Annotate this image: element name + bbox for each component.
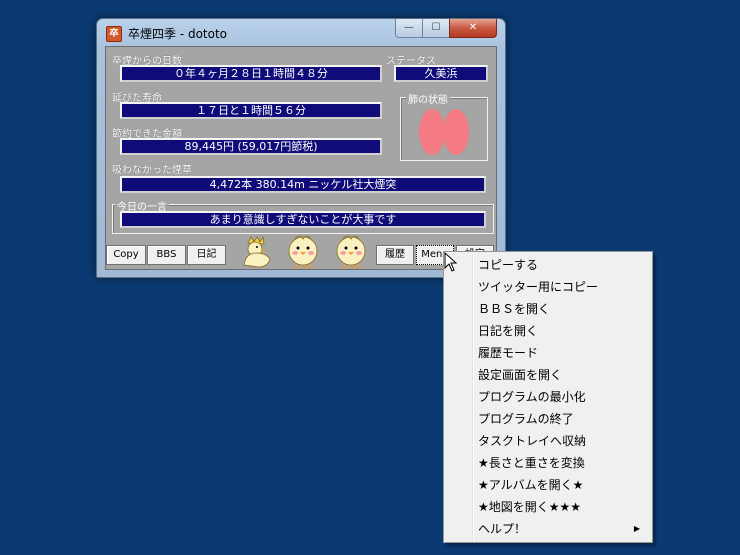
days-value: ０年４ヶ月２８日１時間４８分	[120, 65, 382, 82]
menu-item-open-bbs[interactable]: ＢＢＳを開く	[446, 298, 650, 320]
chick-mascot-icon	[288, 235, 318, 270]
menu-item-minimize[interactable]: プログラムの最小化	[446, 386, 650, 408]
menu-item-convert[interactable]: ★長さと重さを変換	[446, 452, 650, 474]
duck-mascot-icon	[243, 235, 271, 268]
cigs-value: 4,472本 380.14m ニッケル社大煙突	[120, 176, 486, 193]
close-button[interactable]: ✕	[449, 19, 497, 38]
title-bar[interactable]: 卒 卒煙四季 - dototo — ☐ ✕	[97, 19, 505, 45]
history-button[interactable]: 履歴	[376, 245, 414, 265]
menu-item-open-diary[interactable]: 日記を開く	[446, 320, 650, 342]
copy-button[interactable]: Copy	[106, 245, 146, 265]
menu-item-map[interactable]: ★地図を開く★★★	[446, 496, 650, 518]
main-window: 卒 卒煙四季 - dototo — ☐ ✕ 卒煙からの日数 ０年４ヶ月２８日１時…	[96, 18, 506, 278]
life-value: １７日と１時間５６分	[120, 102, 382, 119]
menu-item-tray[interactable]: タスクトレイへ収納	[446, 430, 650, 452]
submenu-arrow-icon: ▶	[633, 524, 640, 533]
cigs-label: 吸わなかった煙草	[112, 165, 192, 176]
client-area: 卒煙からの日数 ０年４ヶ月２８日１時間４８分 ステータス 久美浜 延びた寿命 １…	[105, 46, 497, 270]
lungs-icon	[419, 109, 469, 155]
window-title: 卒煙四季 - dototo	[128, 27, 228, 41]
minimize-button[interactable]: —	[395, 19, 423, 38]
menu-item-album[interactable]: ★アルバムを開く★	[446, 474, 650, 496]
status-value: 久美浜	[394, 65, 488, 82]
bbs-button[interactable]: BBS	[147, 245, 186, 265]
diary-button[interactable]: 日記	[187, 245, 226, 265]
chick-mascot-icon	[336, 235, 366, 270]
lung-group: 肺の状態	[400, 91, 488, 161]
menu-item-exit[interactable]: プログラムの終了	[446, 408, 650, 430]
maximize-button[interactable]: ☐	[422, 19, 450, 38]
mouse-cursor-icon	[444, 252, 458, 272]
context-menu: コピーする ツイッター用にコピー ＢＢＳを開く 日記を開く 履歴モード 設定画面…	[443, 251, 653, 543]
menu-item-open-settings[interactable]: 設定画面を開く	[446, 364, 650, 386]
lung-label: 肺の状態	[406, 91, 450, 106]
menu-item-copy-twitter[interactable]: ツイッター用にコピー	[446, 276, 650, 298]
menu-item-help-label: ヘルプ！	[478, 522, 527, 536]
menu-item-copy[interactable]: コピーする	[446, 254, 650, 276]
money-value: 89,445円 (59,017円節税)	[120, 138, 382, 155]
app-icon: 卒	[106, 26, 122, 42]
phrase-value: あまり意識しすぎないことが大事です	[120, 211, 486, 228]
menu-item-help[interactable]: ヘルプ！ ▶	[446, 518, 650, 540]
menu-item-history-mode[interactable]: 履歴モード	[446, 342, 650, 364]
